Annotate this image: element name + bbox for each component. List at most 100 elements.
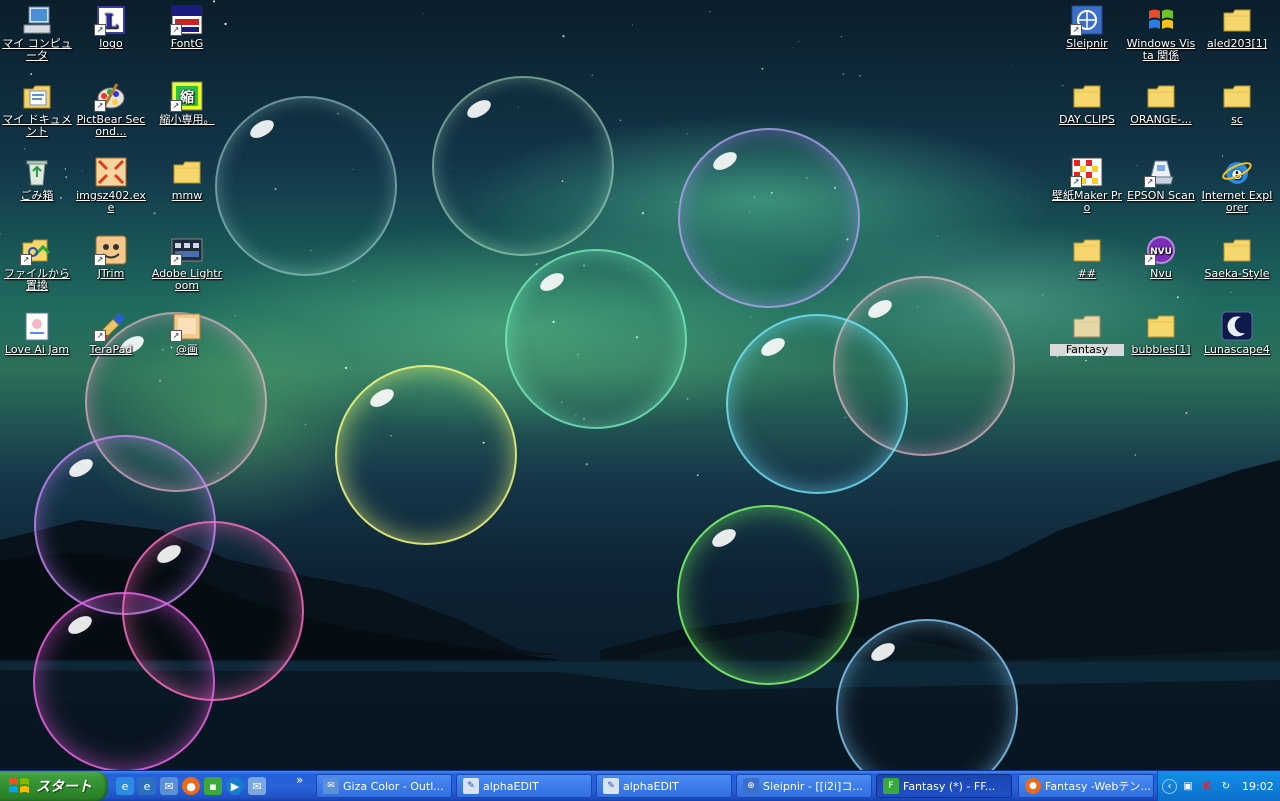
- desktop-icon-windows-vista[interactable]: Windows Vista 関係: [1124, 4, 1198, 62]
- desktop-icon-lunascape[interactable]: Lunascape4: [1200, 310, 1274, 356]
- folder-icon: [1144, 310, 1178, 342]
- desktop-icon-label: Windows Vista 関係: [1126, 37, 1196, 62]
- desktop-icon-logo[interactable]: L ↗ logo: [74, 4, 148, 50]
- start-button[interactable]: スタート: [0, 771, 108, 801]
- desktop-icon-label: 縮小専用。: [159, 113, 215, 126]
- desktop-icon-label: ファイルから置換: [4, 267, 70, 292]
- desktop-icon-aled203[interactable]: aled203[1]: [1200, 4, 1274, 50]
- recycle-bin-icon: [20, 156, 54, 188]
- logo-file-icon: L ↗: [94, 4, 128, 36]
- terapad-icon: ↗: [94, 310, 128, 342]
- taskbar-button-active[interactable]: F Fantasy (*) - FF...: [876, 774, 1012, 798]
- desktop-icon-day-clips[interactable]: DAY CLIPS: [1050, 80, 1124, 126]
- desktop-icon-label: sc: [1231, 113, 1243, 126]
- desktop-icon-file-replace[interactable]: ↗ ファイルから置換: [0, 234, 74, 292]
- desktop-icon-label: @画: [176, 343, 198, 356]
- app-icon[interactable]: ▪: [204, 777, 222, 795]
- taskbar-button-label: Fantasy -Webテン...: [1045, 780, 1151, 793]
- ie-refresh-icon[interactable]: e: [138, 777, 156, 795]
- outlook-express-icon[interactable]: ✉: [248, 777, 266, 795]
- desktop-icon-label: TeraPad: [89, 343, 133, 356]
- ie-icon[interactable]: e: [116, 777, 134, 795]
- bubble: [432, 76, 614, 256]
- folder-icon: [1070, 234, 1104, 266]
- nvu-icon: NVU ↗: [1144, 234, 1178, 266]
- desktop-icon-wallpaper-maker[interactable]: ↗ 壁紙Maker Pro: [1050, 156, 1124, 214]
- desktop-icon-lightroom[interactable]: ↗ Adobe Lightroom: [150, 234, 224, 292]
- taskbar-button[interactable]: ⊕ Sleipnir - [[i2i]コ...: [736, 774, 872, 798]
- folder-icon: [1220, 234, 1254, 266]
- refresh-tray-icon[interactable]: ↻: [1218, 778, 1234, 794]
- shukusho-icon: 縮 ↗: [170, 80, 204, 112]
- quick-launch: e e ✉ ● ▪ ▶ ✉: [114, 771, 268, 801]
- desktop-icon-fontg[interactable]: ↗ FontG: [150, 4, 224, 50]
- svg-text:L: L: [104, 9, 118, 33]
- windows-vista-icon: [1144, 4, 1178, 36]
- desktop-icon-my-computer[interactable]: マイ コンピュータ: [0, 4, 74, 62]
- desktop-icon-label: EPSON Scan: [1127, 189, 1195, 202]
- taskbar-button[interactable]: ✎ alphaEDIT: [596, 774, 732, 798]
- desktop-icon-label: Saeka-Style: [1204, 267, 1270, 280]
- desktop-icon-pictbear[interactable]: ↗ PictBear Second...: [74, 80, 148, 138]
- desktop-icon-terapad[interactable]: ↗ TeraPad: [74, 310, 148, 356]
- outlook-icon[interactable]: ✉: [160, 777, 178, 795]
- desktop-icon-epson-scan[interactable]: ↗ EPSON Scan: [1124, 156, 1198, 202]
- desktop-icon-label: ORANGE-...: [1130, 113, 1192, 126]
- my-documents-icon: [20, 80, 54, 112]
- desktop[interactable]: マイ コンピュータ L ↗ logo ↗ FontG マイ ドキュメント ↗ P…: [0, 0, 1280, 770]
- network-icon[interactable]: ▣: [1180, 778, 1196, 794]
- alphaedit-icon: ✎: [603, 778, 619, 794]
- imgsz-icon: [94, 156, 128, 188]
- wallpaper-maker-icon: ↗: [1070, 156, 1104, 188]
- desktop-icon-fantasy[interactable]: Fantasy: [1050, 310, 1124, 356]
- desktop-icon-sc[interactable]: sc: [1200, 80, 1274, 126]
- my-computer-icon: [20, 4, 54, 36]
- desktop-icon-label: Fantasy: [1050, 344, 1124, 356]
- desktop-icon-shukusho[interactable]: 縮 ↗ 縮小専用。: [150, 80, 224, 126]
- desktop-icon-label: bubbles[1]: [1131, 343, 1191, 356]
- desktop-icon-label: ごみ箱: [20, 189, 54, 202]
- desktop-icon-recycle-bin[interactable]: ごみ箱: [0, 156, 74, 202]
- epson-scan-icon: ↗: [1144, 156, 1178, 188]
- desktop-icon-jtrim[interactable]: ↗ JTrim: [74, 234, 148, 280]
- desktop-icon-label: Love Ai Jam: [4, 343, 70, 356]
- folder-icon: [170, 156, 204, 188]
- desktop-icon-saeka-style[interactable]: Saeka-Style: [1200, 234, 1274, 280]
- clock[interactable]: 19:02: [1242, 780, 1274, 793]
- desktop-icon-mmw[interactable]: mmw: [150, 156, 224, 202]
- media-player-icon[interactable]: ▶: [226, 777, 244, 795]
- svg-text:縮: 縮: [180, 89, 194, 106]
- bubble: [726, 314, 908, 494]
- bubble: [215, 96, 397, 276]
- desktop-icon-love-ai-jam[interactable]: Love Ai Jam: [0, 310, 74, 356]
- desktop-icon-my-documents[interactable]: マイ ドキュメント: [0, 80, 74, 138]
- bubble: [335, 365, 517, 545]
- desktop-icon-label: DAY CLIPS: [1059, 113, 1115, 126]
- file-replace-icon: ↗: [20, 234, 54, 266]
- desktop-icon-hash[interactable]: ##: [1050, 234, 1124, 280]
- desktop-icon-bubbles[interactable]: bubbles[1]: [1124, 310, 1198, 356]
- desktop-icon-nvu[interactable]: NVU ↗ Nvu: [1124, 234, 1198, 280]
- folder-icon: [1070, 310, 1104, 342]
- desktop-icon-internet-explorer[interactable]: e Internet Explorer: [1200, 156, 1274, 214]
- desktop-icon-label: Nvu: [1150, 267, 1172, 280]
- taskbar-button[interactable]: ✎ alphaEDIT: [456, 774, 592, 798]
- desktop-icon-label: imgsz402.exe: [76, 189, 146, 214]
- taskbar-button[interactable]: ✉ Giza Color - Outl...: [316, 774, 452, 798]
- tray-expand-icon[interactable]: ‹: [1162, 778, 1177, 794]
- fontg-icon: ↗: [170, 4, 204, 36]
- desktop-icon-image-folder[interactable]: ↗ @画: [150, 310, 224, 356]
- desktop-icon-label: logo: [99, 37, 123, 50]
- security-icon[interactable]: K: [1199, 778, 1215, 794]
- love-ai-jam-icon: [20, 310, 54, 342]
- desktop-icon-imgsz[interactable]: imgsz402.exe: [74, 156, 148, 214]
- quick-launch-overflow[interactable]: »: [296, 773, 303, 787]
- bubble: [677, 505, 859, 685]
- lunascape-icon: [1220, 310, 1254, 342]
- desktop-icon-orange[interactable]: ORANGE-...: [1124, 80, 1198, 126]
- desktop-icon-sleipnir[interactable]: ↗ Sleipnir: [1050, 4, 1124, 50]
- firefox-icon[interactable]: ●: [182, 777, 200, 795]
- folder-icon: [1070, 80, 1104, 112]
- start-label: スタート: [36, 779, 92, 795]
- taskbar-button[interactable]: ● Fantasy -Webテン...: [1018, 774, 1154, 798]
